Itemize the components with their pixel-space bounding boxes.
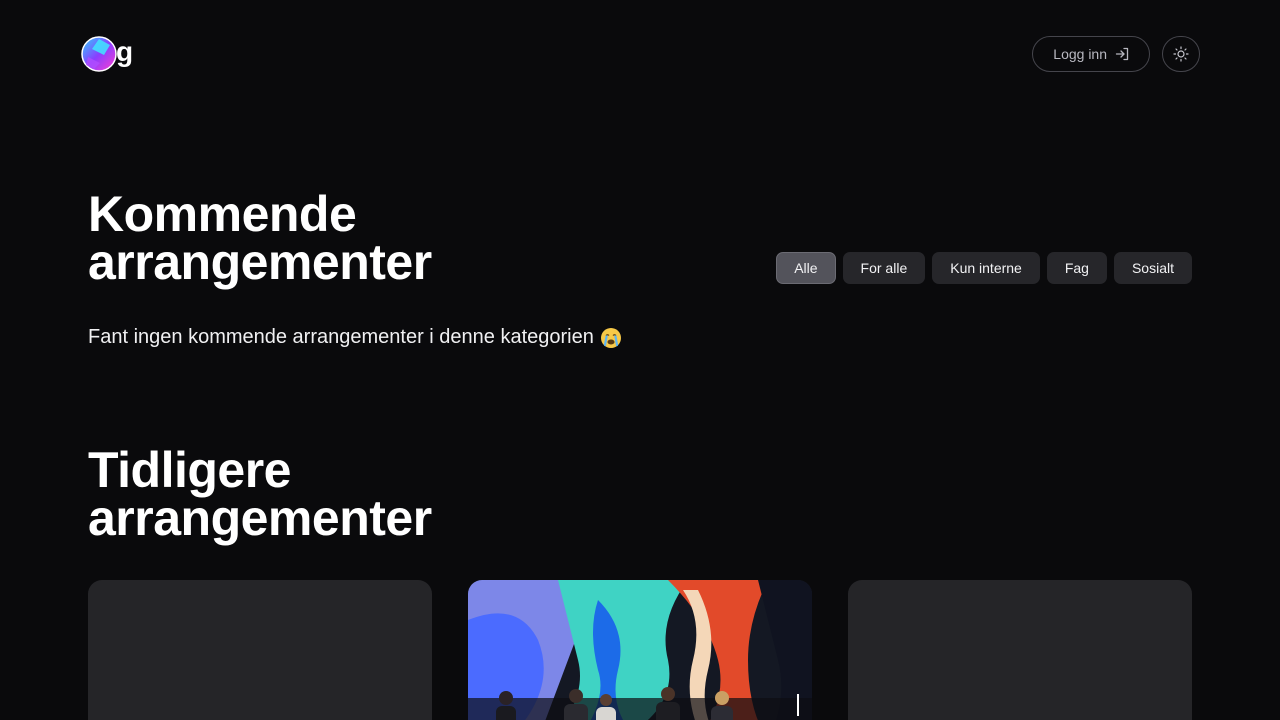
empty-state-message: Fant ingen kommende arrangementer i denn… [88,326,622,349]
login-arrow-icon [1115,47,1129,61]
event-card-placeholder[interactable] [848,580,1192,720]
upcoming-title: Kommende arrangementer [88,186,432,290]
event-card-photo[interactable] [468,580,812,720]
sun-icon [1173,46,1189,62]
theme-toggle-button[interactable] [1162,36,1200,72]
page: g Logg inn Kommende arrangementer Alle F… [0,0,1280,720]
category-filters: Alle For alle Kun interne Fag Sosialt [776,252,1192,284]
past-title: Tidligere arrangementer [88,442,432,546]
top-header: g Logg inn [80,36,1200,72]
logo[interactable]: g [80,36,133,72]
filter-for-alle[interactable]: For alle [842,252,926,284]
logo-letter: g [116,36,134,67]
event-card-placeholder[interactable] [88,580,432,720]
filter-sosialt[interactable]: Sosialt [1113,252,1192,284]
filter-kun-interne[interactable]: Kun interne [932,252,1040,284]
filter-alle[interactable]: Alle [776,252,836,284]
crying-face-icon [600,327,621,348]
login-button[interactable]: Logg inn [1032,36,1150,72]
empty-state-text: Fant ingen kommende arrangementer i denn… [88,326,594,348]
login-label: Logg inn [1053,46,1107,62]
filter-fag[interactable]: Fag [1046,252,1107,284]
past-events-grid [88,580,1192,720]
header-actions: Logg inn [1032,36,1200,72]
logo-icon [81,36,117,72]
event-image [468,580,812,720]
